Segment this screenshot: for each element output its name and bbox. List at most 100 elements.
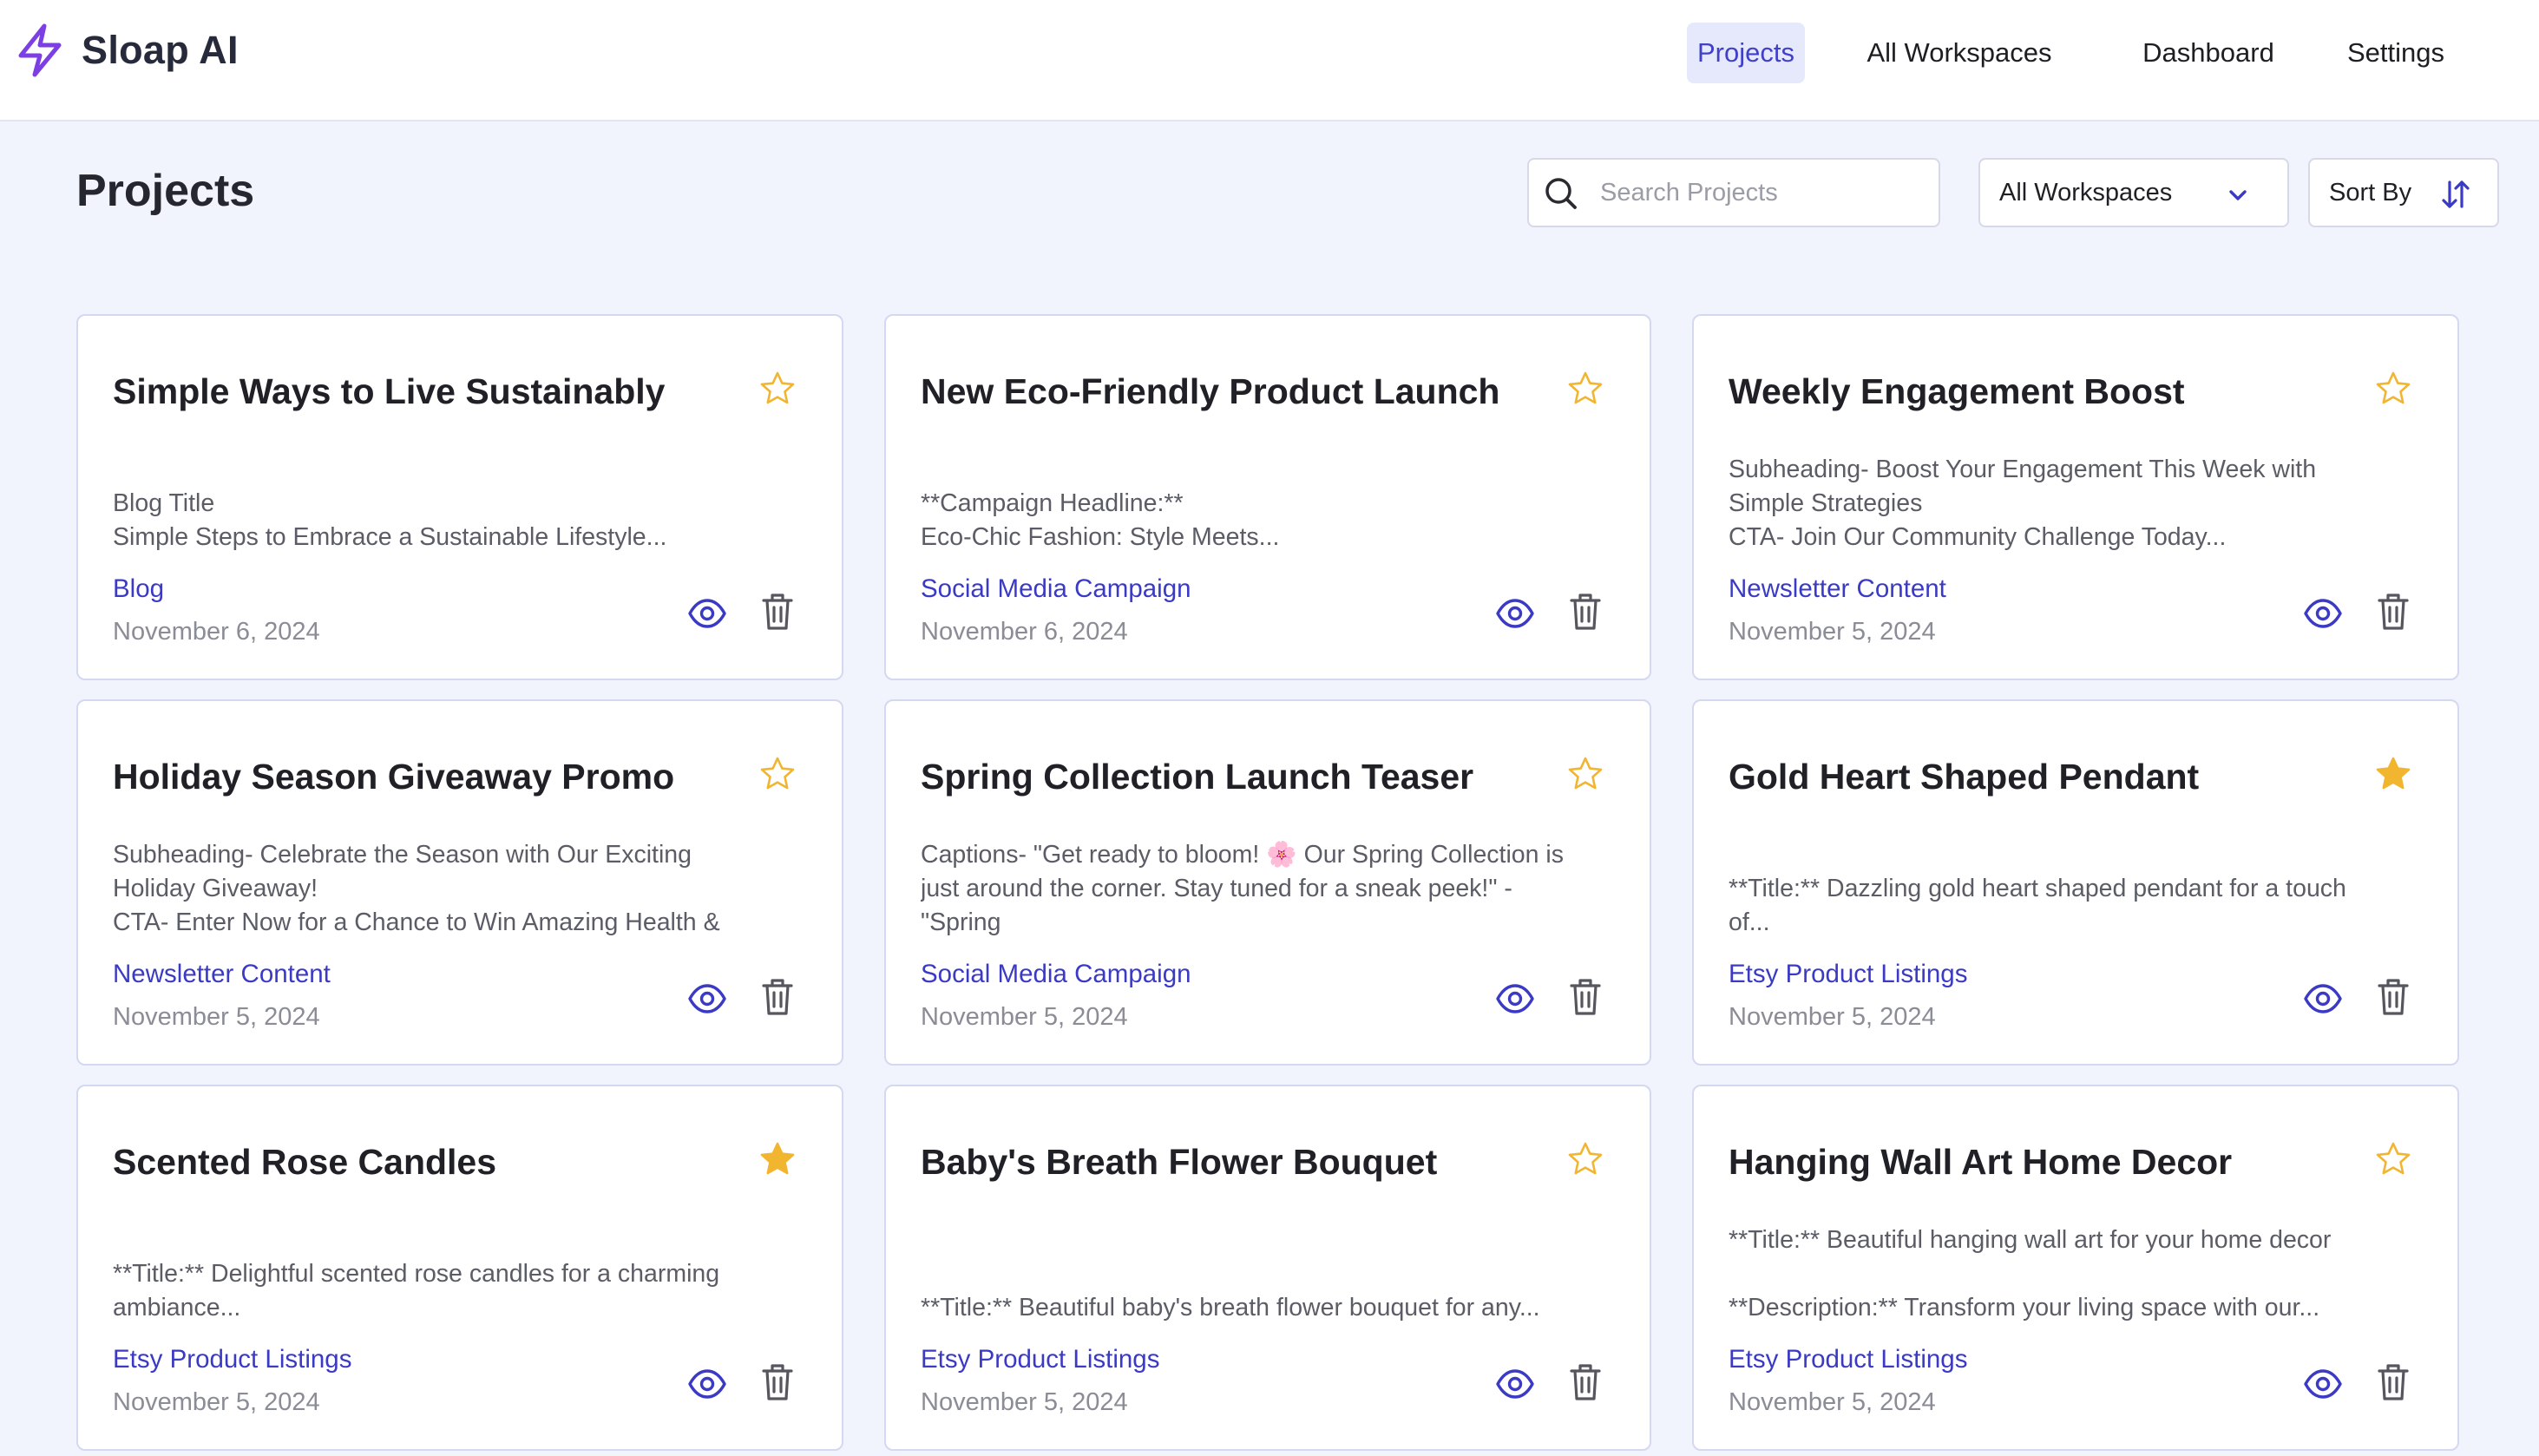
project-card[interactable]: New Eco-Friendly Product Launch **Campai… [884, 314, 1651, 680]
brand[interactable]: Sloap AI [14, 23, 239, 78]
trash-icon[interactable] [1568, 592, 1603, 632]
project-card-title[interactable]: Holiday Season Giveaway Promo [113, 757, 755, 797]
project-card-preview-line: just around the corner. Stay tuned for a… [921, 875, 1512, 902]
project-card-preview-line: CTA- Join Our Community Challenge Today.… [1729, 523, 2227, 551]
project-card-preview-line [1729, 838, 2431, 872]
project-card-date: November 6, 2024 [113, 618, 320, 646]
project-card-type[interactable]: Etsy Product Listings [921, 1345, 1159, 1374]
project-card[interactable]: Gold Heart Shaped Pendant **Title:** Daz… [1692, 699, 2459, 1066]
project-card[interactable]: Baby's Breath Flower Bouquet **Title:** … [884, 1085, 1651, 1451]
star-icon[interactable] [1566, 370, 1604, 408]
project-card-preview-line: CTA- Enter Now for a Chance to Win Amazi… [113, 908, 720, 936]
trash-icon[interactable] [2376, 592, 2411, 632]
project-card-preview-line: Blog Title [113, 489, 215, 517]
project-card-type[interactable]: Social Media Campaign [921, 960, 1191, 989]
trash-icon[interactable] [760, 592, 795, 632]
eye-icon[interactable] [687, 594, 727, 633]
sort-button-label: Sort By [2329, 179, 2412, 207]
app-name: Sloap AI [82, 28, 239, 72]
project-card-preview-line: Eco-Chic Fashion: Style Meets... [921, 523, 1280, 551]
eye-icon[interactable] [1495, 979, 1535, 1019]
star-icon[interactable] [758, 370, 797, 408]
project-card-date: November 5, 2024 [113, 1003, 320, 1031]
project-card-type[interactable]: Newsletter Content [1729, 574, 1946, 604]
project-card-type[interactable]: Etsy Product Listings [1729, 960, 1967, 989]
project-card-preview-line: ambiance... [113, 1294, 241, 1322]
star-icon[interactable] [758, 1140, 797, 1178]
project-card-title[interactable]: Scented Rose Candles [113, 1142, 755, 1183]
project-card-preview-line: "Spring [921, 908, 1001, 936]
eye-icon[interactable] [687, 979, 727, 1019]
star-icon[interactable] [758, 755, 797, 793]
project-card-preview-line [1729, 1257, 2431, 1291]
project-card-preview-line: **Title:** Dazzling gold heart shaped pe… [1729, 875, 2346, 902]
top-navigation-bar: Sloap AI Projects All Workspaces Dashboa… [0, 0, 2539, 121]
project-card-date: November 5, 2024 [921, 1388, 1128, 1416]
project-card-preview-line: Simple Strategies [1729, 489, 1923, 517]
project-card-preview-line: **Description:** Transform your living s… [1729, 1294, 2320, 1322]
project-card-type[interactable]: Social Media Campaign [921, 574, 1191, 604]
search-input[interactable] [1600, 160, 1930, 226]
project-card-preview-line: Captions- "Get ready to bloom! 🌸 Our Spr… [921, 841, 1564, 869]
trash-icon[interactable] [760, 1362, 795, 1402]
project-card-preview-line: **Campaign Headline:** [921, 489, 1184, 517]
eye-icon[interactable] [1495, 594, 1535, 633]
nav-item-all-workspaces[interactable]: All Workspaces [1848, 23, 2070, 83]
project-card-preview-line: Simple Steps to Embrace a Sustainable Li… [113, 523, 667, 551]
project-card-preview: **Title:** Dazzling gold heart shaped pe… [1729, 838, 2431, 940]
trash-icon[interactable] [2376, 1362, 2411, 1402]
page-title: Projects [76, 166, 255, 216]
eye-icon[interactable] [687, 1364, 727, 1404]
project-card-date: November 6, 2024 [921, 618, 1128, 646]
nav-item-dashboard[interactable]: Dashboard [2129, 23, 2287, 83]
eye-icon[interactable] [2303, 594, 2343, 633]
project-card-preview: **Campaign Headline:** Eco-Chic Fashion: … [921, 453, 1624, 554]
project-card-title[interactable]: Simple Ways to Live Sustainably [113, 371, 755, 412]
eye-icon[interactable] [1495, 1364, 1535, 1404]
star-icon[interactable] [2374, 1140, 2412, 1178]
nav-item-settings[interactable]: Settings [2332, 23, 2459, 83]
project-card-preview-line: of... [1729, 908, 1770, 936]
trash-icon[interactable] [760, 977, 795, 1017]
project-card-title[interactable]: New Eco-Friendly Product Launch [921, 371, 1563, 412]
workspace-select[interactable]: All Workspaces [1978, 158, 2289, 227]
eye-icon[interactable] [2303, 979, 2343, 1019]
workspace-select-value: All Workspaces [1999, 179, 2173, 207]
star-icon[interactable] [2374, 370, 2412, 408]
project-card-type[interactable]: Newsletter Content [113, 960, 331, 989]
star-icon[interactable] [1566, 755, 1604, 793]
project-card-preview-line [113, 453, 816, 487]
project-card-title[interactable]: Gold Heart Shaped Pendant [1729, 757, 2371, 797]
eye-icon[interactable] [2303, 1364, 2343, 1404]
lightning-bolt-icon [18, 23, 62, 77]
sort-button[interactable]: Sort By [2308, 158, 2499, 227]
project-card-title[interactable]: Baby's Breath Flower Bouquet [921, 1142, 1563, 1183]
project-card-type[interactable]: Etsy Product Listings [1729, 1345, 1967, 1374]
project-card-title[interactable]: Hanging Wall Art Home Decor [1729, 1142, 2371, 1183]
project-card[interactable]: Holiday Season Giveaway Promo Subheading… [76, 699, 843, 1066]
project-card[interactable]: Spring Collection Launch Teaser Captions… [884, 699, 1651, 1066]
project-card-preview-line: Subheading- Celebrate the Season with Ou… [113, 841, 692, 869]
project-card-preview-line [921, 1223, 1624, 1257]
project-card-type[interactable]: Blog [113, 574, 164, 604]
project-card[interactable]: Weekly Engagement Boost Subheading- Boos… [1692, 314, 2459, 680]
star-icon[interactable] [2374, 755, 2412, 793]
project-card-title[interactable]: Weekly Engagement Boost [1729, 371, 2371, 412]
nav-item-projects[interactable]: Projects [1687, 23, 1805, 83]
project-card-date: November 5, 2024 [1729, 618, 1936, 646]
trash-icon[interactable] [1568, 1362, 1603, 1402]
project-card[interactable]: Hanging Wall Art Home Decor **Title:** B… [1692, 1085, 2459, 1451]
trash-icon[interactable] [2376, 977, 2411, 1017]
chevron-down-icon [2229, 190, 2247, 200]
project-card-preview: Captions- "Get ready to bloom! 🌸 Our Spr… [921, 838, 1624, 940]
project-card[interactable]: Scented Rose Candles **Title:** Delightf… [76, 1085, 843, 1451]
trash-icon[interactable] [1568, 977, 1603, 1017]
project-card-preview-line: Holiday Giveaway! [113, 875, 318, 902]
project-card-preview: **Title:** Delightful scented rose candl… [113, 1223, 816, 1325]
star-icon[interactable] [1566, 1140, 1604, 1178]
project-card[interactable]: Simple Ways to Live Sustainably Blog Tit… [76, 314, 843, 680]
project-card-type[interactable]: Etsy Product Listings [113, 1345, 351, 1374]
search-box[interactable] [1527, 158, 1940, 227]
sort-arrows-icon [2442, 180, 2470, 208]
project-card-title[interactable]: Spring Collection Launch Teaser [921, 757, 1563, 797]
